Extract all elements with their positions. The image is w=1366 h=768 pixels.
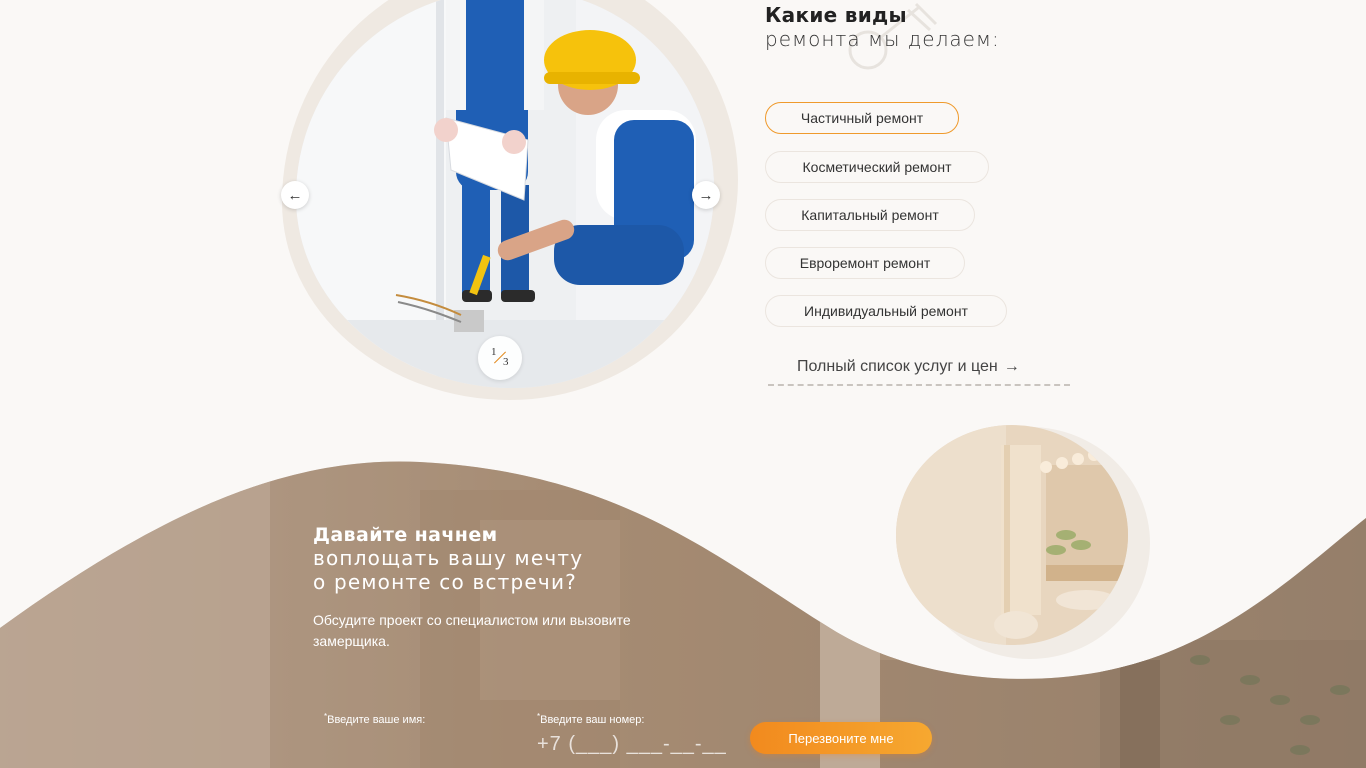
services-heading: Какие виды ремонта мы делаем: [765, 3, 1000, 51]
cta-title-line2: воплощать вашу мечту [313, 546, 584, 570]
services-title-bold: Какие виды [765, 3, 907, 27]
service-pill-label: Косметический ремонт [802, 159, 952, 175]
full-list-label: Полный список услуг и цен [797, 358, 998, 375]
service-pill-individual[interactable]: Индивидуальный ремонт [765, 295, 1007, 327]
service-pill-label: Евроремонт ремонт [799, 255, 931, 271]
callback-button[interactable]: Перезвоните мне [750, 722, 932, 754]
arrow-right-icon: → [698, 186, 714, 204]
service-pill-label: Индивидуальный ремонт [804, 303, 968, 319]
hero-slider-image [296, 0, 714, 388]
cta-subtitle: Обсудите проект со специалистом или вызо… [313, 612, 631, 649]
slide-counter: 1 3 [478, 336, 522, 380]
name-field-label: *Введите ваше имя: [324, 712, 425, 726]
slide-current: 1 [491, 346, 497, 358]
service-pill-partial[interactable]: Частичный ремонт [765, 102, 959, 134]
phone-field-label: *Введите ваш номер: [537, 712, 644, 726]
slider-next-button[interactable]: → [692, 181, 720, 209]
name-label-text: Введите ваше имя: [327, 714, 426, 726]
phone-label-text: Введите ваш номер: [540, 714, 645, 726]
slide-total: 3 [503, 356, 509, 368]
service-pill-capital[interactable]: Капитальный ремонт [765, 199, 975, 231]
phone-input[interactable]: +7 (___) ___-__-__ [537, 733, 737, 759]
name-input[interactable] [324, 728, 524, 758]
service-pill-label: Частичный ремонт [800, 110, 924, 126]
electricians-photo [296, 0, 714, 388]
service-pill-label: Капитальный ремонт [801, 207, 939, 223]
callback-button-label: Перезвоните мне [788, 730, 894, 746]
cta-title-line3: о ремонте со встречи? [313, 570, 577, 594]
arrow-left-icon: ← [287, 186, 303, 204]
slider-prev-button[interactable]: ← [281, 181, 309, 209]
cta-heading: Давайте начнем воплощать вашу мечту о ре… [313, 524, 583, 594]
cta-title-bold: Давайте начнем [313, 524, 498, 546]
full-price-list-link[interactable]: Полный список услуг и цен → [768, 358, 1070, 386]
bathroom-photo [896, 425, 1128, 645]
service-pill-euro[interactable]: Евроремонт ремонт [765, 247, 965, 279]
services-title-light: ремонта мы делаем: [765, 27, 1000, 51]
service-pill-cosmetic[interactable]: Косметический ремонт [765, 151, 989, 183]
arrow-right-icon: → [1003, 358, 1020, 375]
bathroom-image [896, 425, 1128, 645]
